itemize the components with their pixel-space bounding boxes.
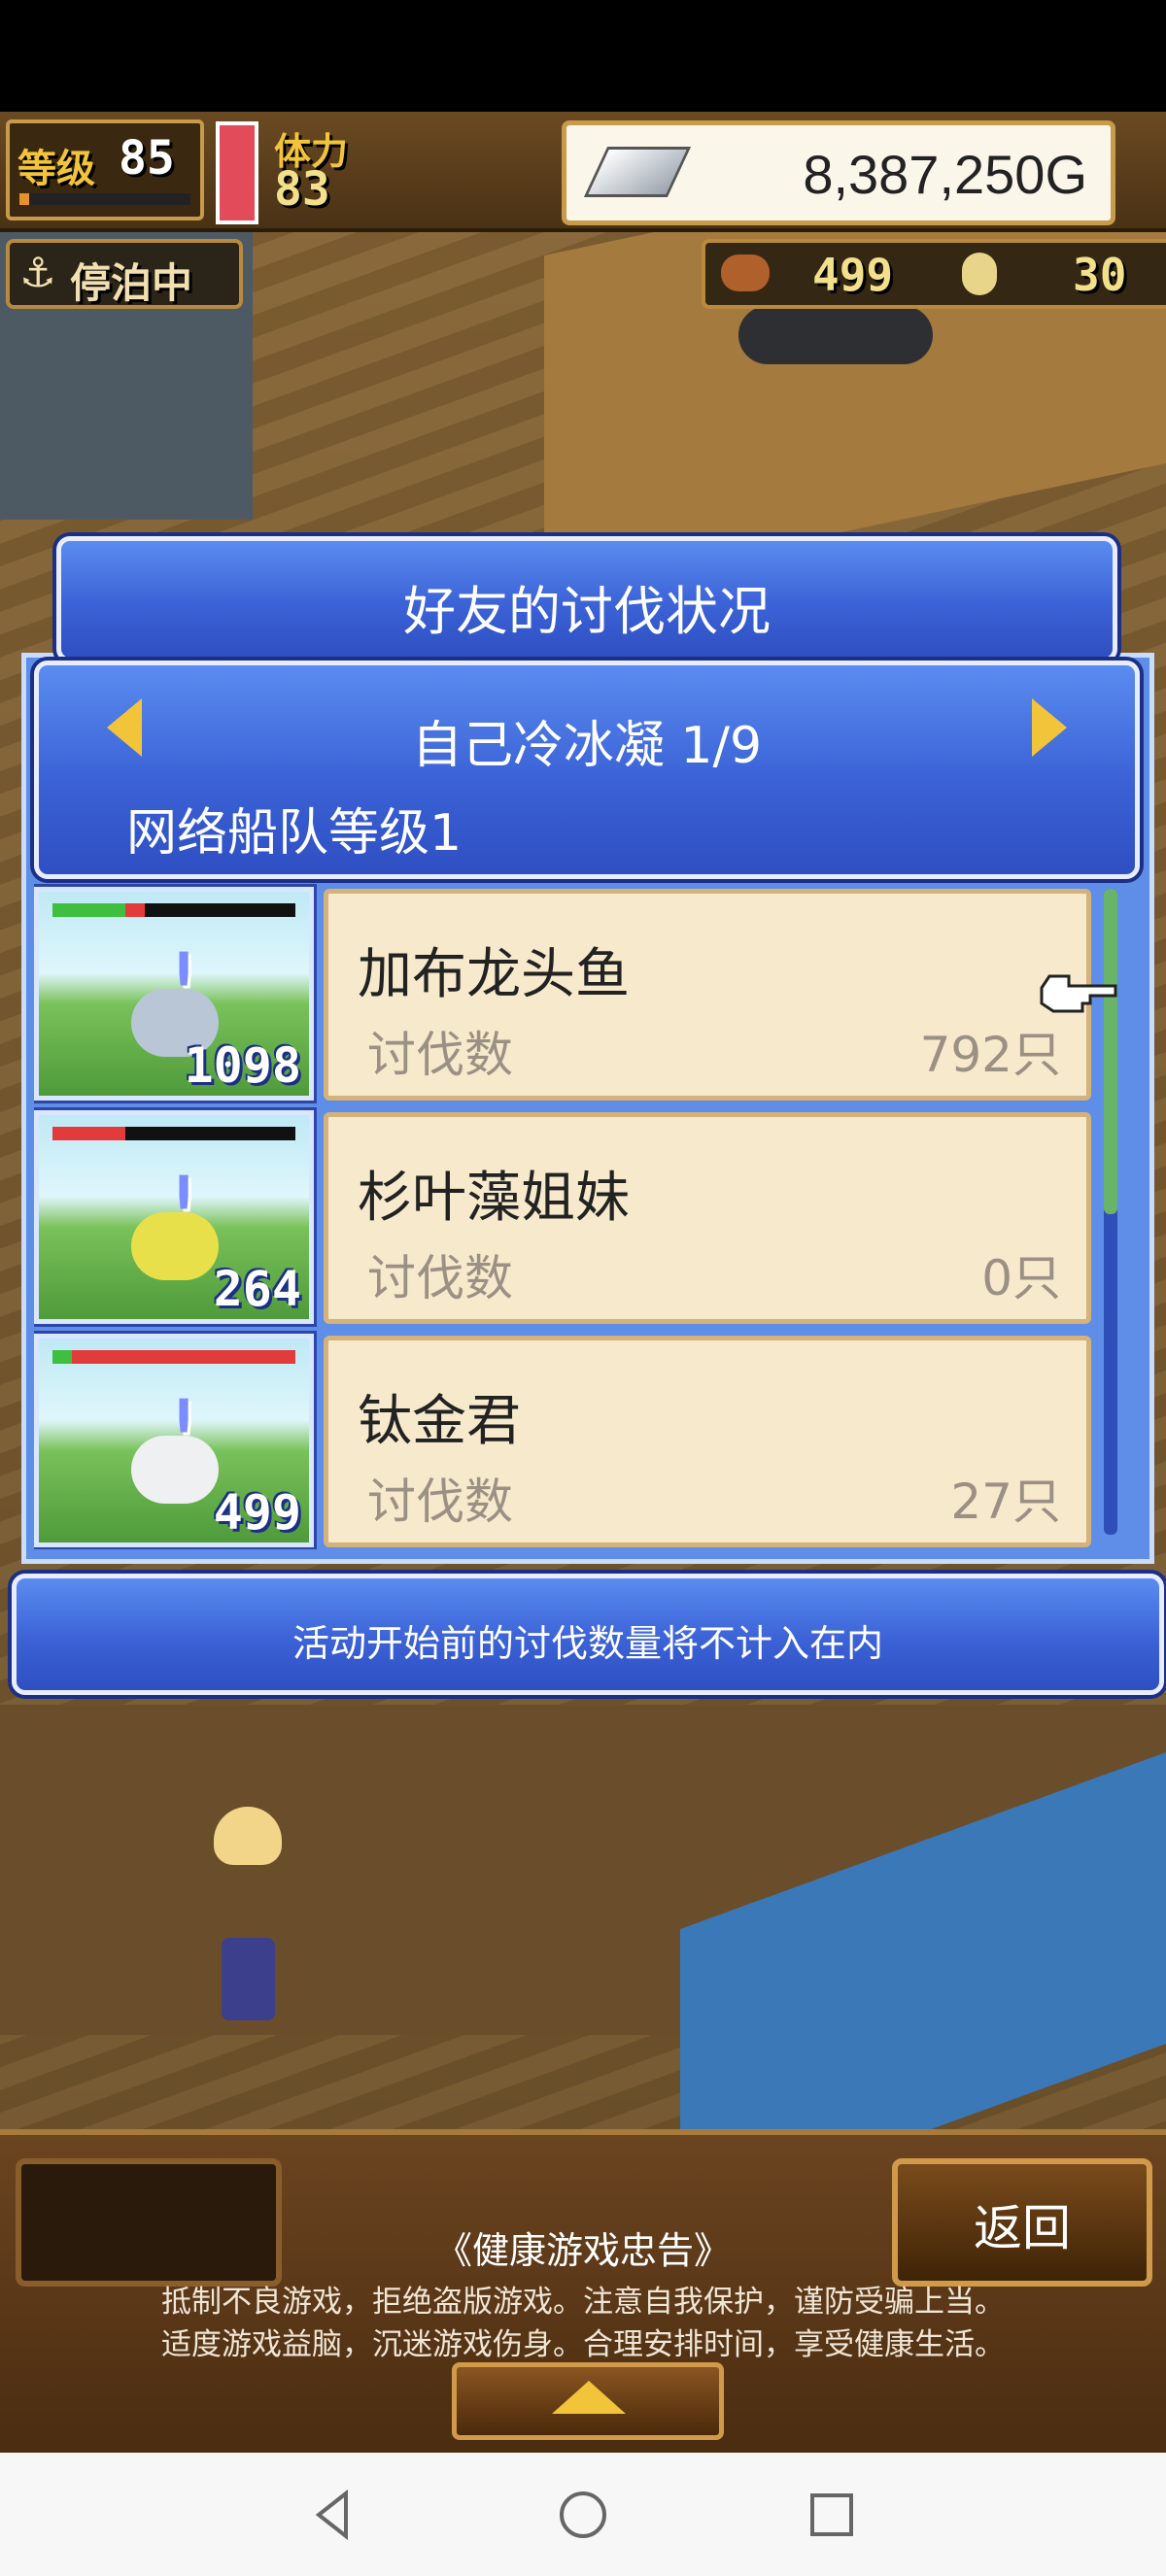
monster-info-card: 加布龙头鱼 讨伐数 792只 <box>324 889 1091 1101</box>
barrel-icon <box>721 254 770 291</box>
health-advice-line2: 适度游戏益脑，沉迷游戏伤身。合理安排时间，享受健康生活。 <box>161 2327 1005 2362</box>
silver-ingot-icon <box>583 147 692 197</box>
yellow-monster-icon <box>131 1212 219 1280</box>
monster-thumbnail: ! 1098 <box>34 887 314 1101</box>
list-item[interactable]: ! 1098 加布龙头鱼 讨伐数 792只 <box>34 879 1113 1101</box>
expand-menu-button[interactable] <box>452 2362 724 2440</box>
kill-value: 27只 <box>950 1474 1061 1530</box>
monster-list[interactable]: ! 1098 加布龙头鱼 讨伐数 792只 ! 264 杉叶藻姐妹 讨伐数 0只… <box>34 879 1122 1549</box>
kill-value: 792只 <box>919 1027 1061 1083</box>
monster-name: 加布龙头鱼 <box>358 943 630 1006</box>
resource-bar: 499 30 <box>702 239 1166 309</box>
health-advice-line1: 抵制不良游戏，拒绝盗版游戏。注意自我保护，谨防受骗上当。 <box>161 2285 1005 2320</box>
next-friend-arrow-icon[interactable] <box>1032 698 1067 757</box>
kill-label: 讨伐数 <box>367 1250 513 1306</box>
monster-info-card: 杉叶藻姐妹 讨伐数 0只 <box>324 1112 1091 1324</box>
notice-bar: 活动开始前的讨伐数量将不计入在内 <box>12 1574 1164 1695</box>
fleet-level: 网络船队等级1 <box>126 804 463 863</box>
up-arrow-icon <box>552 2381 626 2414</box>
monster-thumbnail: ! 264 <box>34 1110 314 1324</box>
recents-nav-icon[interactable] <box>805 2488 859 2542</box>
resource2-value: 30 <box>1073 249 1127 301</box>
monster-info-card: 钛金君 讨伐数 27只 <box>324 1336 1091 1547</box>
kill-label: 讨伐数 <box>367 1474 513 1530</box>
gold-value: 8,387,250G <box>803 144 1087 205</box>
monster-name: 钛金君 <box>358 1390 521 1453</box>
medal-icon <box>962 253 997 295</box>
exp-bar <box>19 193 190 205</box>
secondary-hud: ⚓ 停泊中 499 30 <box>0 233 1166 309</box>
crew-character[interactable] <box>222 1938 275 2020</box>
thumb-count: 499 <box>213 1484 301 1541</box>
thumb-count: 264 <box>213 1261 301 1317</box>
gold-display: 8,387,250G <box>562 120 1115 225</box>
level-label: 等级 <box>17 147 95 191</box>
scroll-thumb[interactable] <box>1104 889 1117 1214</box>
notice-text: 活动开始前的讨伐数量将不计入在内 <box>292 1622 883 1665</box>
level-box: 等级 85 <box>6 119 204 220</box>
health-advice-title: 《健康游戏忠告》 <box>434 2229 731 2272</box>
hp-bar <box>52 1350 295 1364</box>
white-monster-icon <box>131 1436 219 1504</box>
hp-bar <box>52 903 295 917</box>
stamina-value: 83 <box>274 162 330 217</box>
back-nav-icon[interactable] <box>307 2488 361 2542</box>
pointing-hand-icon <box>1040 974 1117 1013</box>
friend-header: 自己冷冰凝 1/9 网络船队等级1 <box>34 661 1140 879</box>
monster-name: 杉叶藻姐妹 <box>358 1167 630 1230</box>
hp-bar <box>52 1127 295 1140</box>
list-item[interactable]: ! 264 杉叶藻姐妹 讨伐数 0只 <box>34 1102 1113 1324</box>
dialog-title: 好友的讨伐状况 <box>403 581 771 642</box>
list-item[interactable]: ! 499 钛金君 讨伐数 27只 <box>34 1326 1113 1547</box>
anchor-icon: ⚓ <box>19 249 56 296</box>
status-label: 停泊中 <box>70 259 193 307</box>
monster-thumbnail: ! 499 <box>34 1334 314 1547</box>
home-nav-icon[interactable] <box>556 2488 610 2542</box>
hp-fill <box>52 1127 125 1140</box>
level-value: 85 <box>119 131 175 186</box>
kill-value: 0只 <box>981 1250 1061 1306</box>
status-badge: ⚓ 停泊中 <box>6 239 243 309</box>
status-bar <box>0 0 1166 112</box>
thumb-count: 1098 <box>184 1037 301 1094</box>
cannon <box>738 306 933 364</box>
system-nav-bar <box>0 2453 1166 2576</box>
resource1-value: 499 <box>812 249 894 301</box>
kill-label: 讨伐数 <box>367 1027 513 1083</box>
friend-name: 自己冷冰凝 1/9 <box>411 717 763 775</box>
stamina-gauge <box>216 121 258 224</box>
hp-fill <box>52 903 125 917</box>
dialog-title-bar: 好友的讨伐状况 <box>56 536 1117 662</box>
hp-fill <box>72 1350 295 1364</box>
